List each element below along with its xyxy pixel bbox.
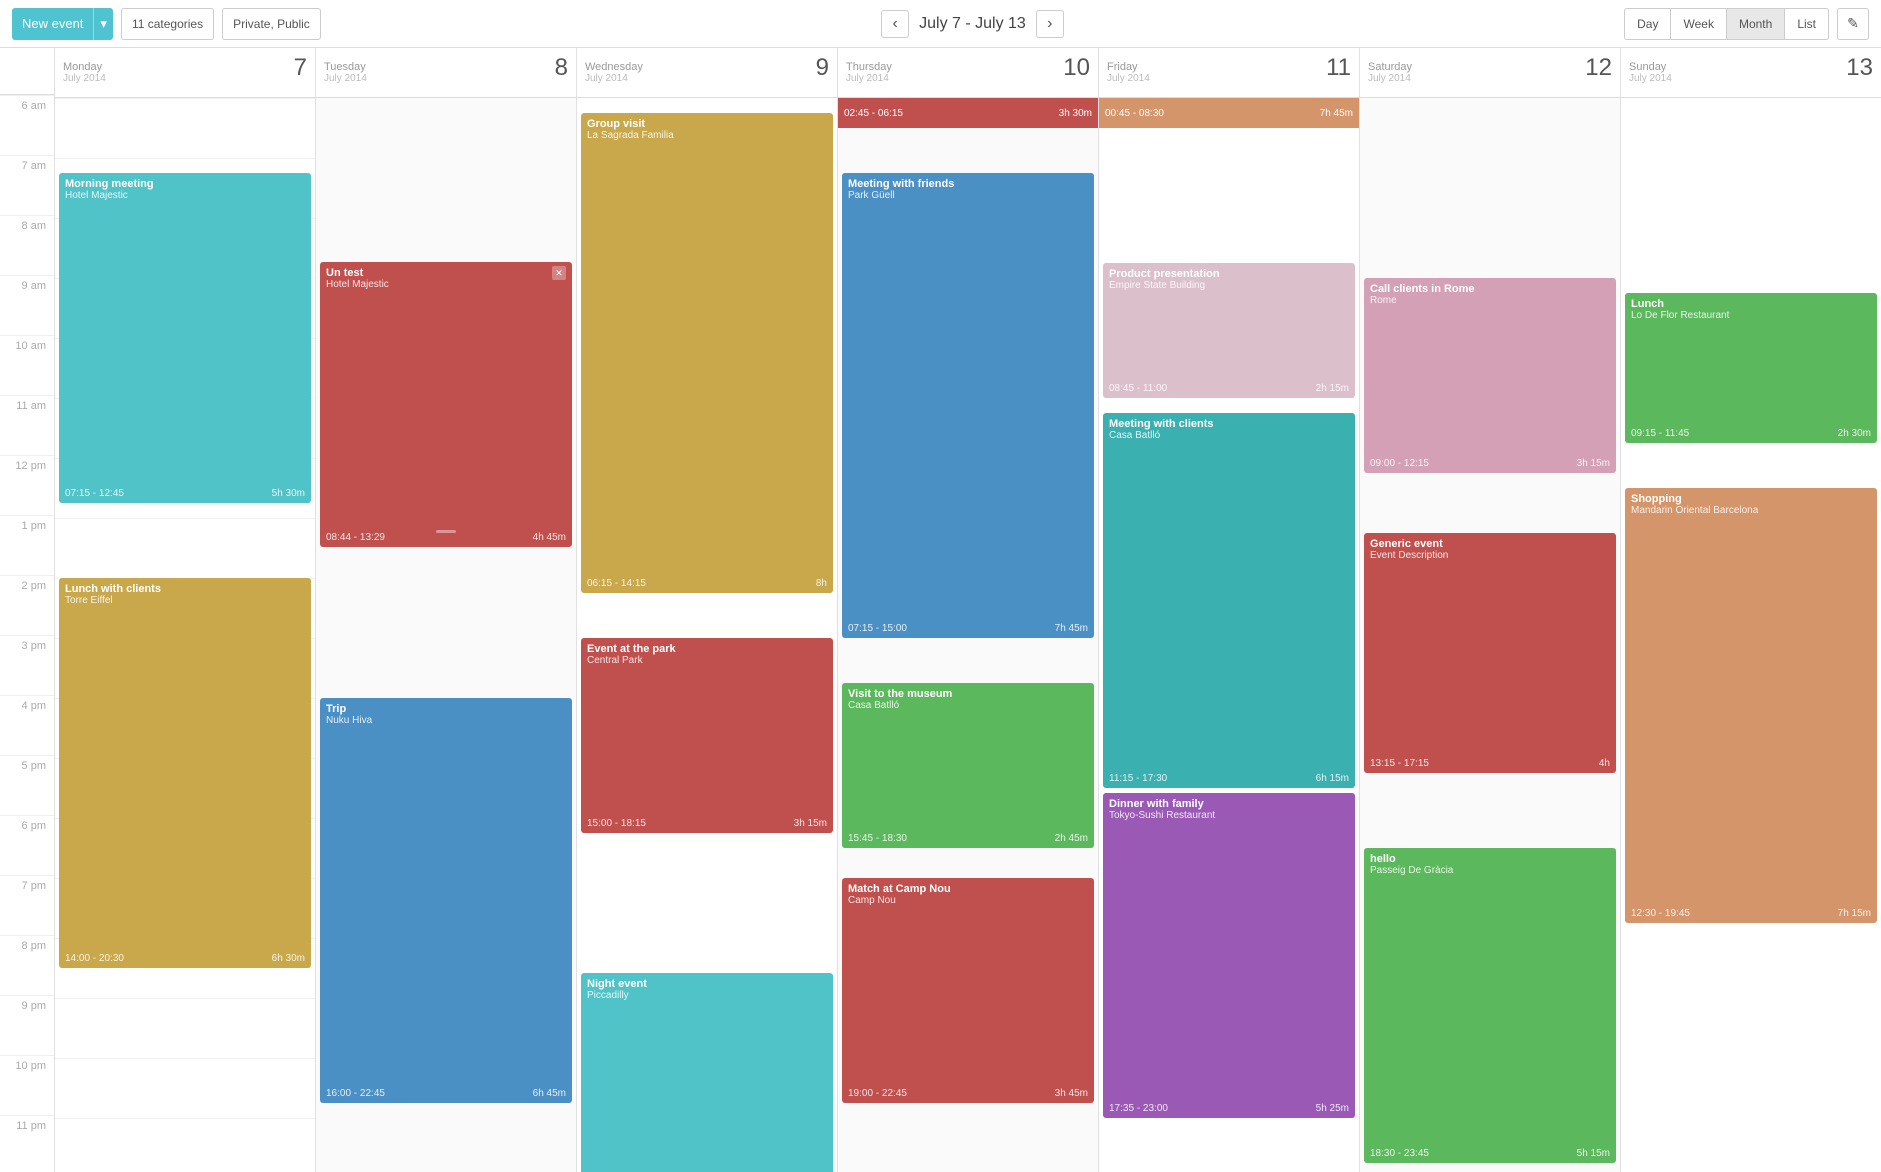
event-fri-0[interactable]: 00:45 - 08:30 7h 45m bbox=[1099, 98, 1359, 128]
time-slot-12pm: 12 pm bbox=[0, 455, 54, 515]
event-sat-3[interactable]: hello Passeig De Gràcia 18:30 - 23:45 5h… bbox=[1364, 848, 1616, 1163]
time-slot-8pm: 8 pm bbox=[0, 935, 54, 995]
time-slot-10pm: 10 pm bbox=[0, 1055, 54, 1115]
day-col-fri: 00:45 - 08:30 7h 45m Product presentatio… bbox=[1099, 98, 1360, 1172]
event-wed-1[interactable]: Group visit La Sagrada Familia 06:15 - 1… bbox=[581, 113, 833, 593]
time-slot-3pm: 3 pm bbox=[0, 635, 54, 695]
event-wed-3[interactable]: Night event Piccadilly bbox=[581, 973, 833, 1172]
time-slot-9pm: 9 pm bbox=[0, 995, 54, 1055]
days-container: Monday July 2014 7 Tuesday July 2014 8 W… bbox=[55, 48, 1881, 1172]
day-header-tue: Tuesday July 2014 8 bbox=[316, 48, 577, 97]
view-month-button[interactable]: Month bbox=[1727, 8, 1785, 40]
time-slot-11pm: 11 pm bbox=[0, 1115, 54, 1172]
day-col-sun: Lunch Lo De Flor Restaurant 09:15 - 11:4… bbox=[1621, 98, 1881, 1172]
new-event-caret[interactable]: ▾ bbox=[93, 8, 113, 40]
nav-next-button[interactable]: › bbox=[1036, 10, 1064, 38]
day-header-thu: Thursday July 2014 10 bbox=[838, 48, 1099, 97]
day-col-sat: Call clients in Rome Rome 09:00 - 12:15 … bbox=[1360, 98, 1621, 1172]
day-col-mon: Morning meeting Hotel Majestic 07:15 - 1… bbox=[55, 98, 316, 1172]
event-sun-1[interactable]: Lunch Lo De Flor Restaurant 09:15 - 11:4… bbox=[1625, 293, 1877, 443]
view-day-button[interactable]: Day bbox=[1624, 8, 1671, 40]
nav-prev-button[interactable]: ‹ bbox=[881, 10, 909, 38]
day-header-sat: Saturday July 2014 12 bbox=[1360, 48, 1621, 97]
topbar: New event ▾ 11 categories Private, Publi… bbox=[0, 0, 1881, 48]
day-col-tue: Un test Hotel Majestic ✕ 08:44 - 13:29 4… bbox=[316, 98, 577, 1172]
time-slot-6pm: 6 pm bbox=[0, 815, 54, 875]
categories-dropdown[interactable]: 11 categories bbox=[121, 8, 214, 40]
day-header-fri: Friday July 2014 11 bbox=[1099, 48, 1360, 97]
view-week-button[interactable]: Week bbox=[1671, 8, 1726, 40]
time-slot-7pm: 7 pm bbox=[0, 875, 54, 935]
event-fri-2[interactable]: Meeting with clients Casa Batlló 11:15 -… bbox=[1103, 413, 1355, 788]
view-buttons: Day Week Month List bbox=[1624, 8, 1829, 40]
event-sat-2[interactable]: Generic event Event Description 13:15 - … bbox=[1364, 533, 1616, 773]
time-slot-7am: 7 am bbox=[0, 155, 54, 215]
day-col-wed: Group visit La Sagrada Familia 06:15 - 1… bbox=[577, 98, 838, 1172]
view-list-button[interactable]: List bbox=[1785, 8, 1829, 40]
time-slot-2pm: 2 pm bbox=[0, 575, 54, 635]
calendar-container: 6 am 7 am 8 am 9 am 10 am 11 am 12 pm 1 … bbox=[0, 48, 1881, 1172]
days-header: Monday July 2014 7 Tuesday July 2014 8 W… bbox=[55, 48, 1881, 98]
event-sun-2[interactable]: Shopping Mandarin Oriental Barcelona 12:… bbox=[1625, 488, 1877, 923]
visibility-dropdown[interactable]: Private, Public bbox=[222, 8, 321, 40]
event-wed-2[interactable]: Event at the park Central Park 15:00 - 1… bbox=[581, 638, 833, 833]
day-header-mon: Monday July 2014 7 bbox=[55, 48, 316, 97]
day-header-sun: Sunday July 2014 13 bbox=[1621, 48, 1881, 97]
time-slot-6am: 6 am bbox=[0, 95, 54, 155]
days-body: Morning meeting Hotel Majestic 07:15 - 1… bbox=[55, 98, 1881, 1172]
new-event-button[interactable]: New event ▾ bbox=[12, 8, 113, 40]
event-thu-0[interactable]: 02:45 - 06:15 3h 30m bbox=[838, 98, 1098, 128]
new-event-label: New event bbox=[12, 16, 93, 31]
time-slot-5pm: 5 pm bbox=[0, 755, 54, 815]
event-thu-2[interactable]: Visit to the museum Casa Batlló 15:45 - … bbox=[842, 683, 1094, 848]
time-slot-9am: 9 am bbox=[0, 275, 54, 335]
event-thu-3[interactable]: Match at Camp Nou Camp Nou 19:00 - 22:45… bbox=[842, 878, 1094, 1103]
time-slot-8am: 8 am bbox=[0, 215, 54, 275]
event-mon-1[interactable]: Morning meeting Hotel Majestic 07:15 - 1… bbox=[59, 173, 311, 503]
time-slot-1pm: 1 pm bbox=[0, 515, 54, 575]
event-tue-1[interactable]: Un test Hotel Majestic ✕ 08:44 - 13:29 4… bbox=[320, 262, 572, 547]
event-close-button[interactable]: ✕ bbox=[552, 266, 566, 280]
nav-center: ‹ July 7 - July 13 › bbox=[329, 10, 1616, 38]
day-header-wed: Wednesday July 2014 9 bbox=[577, 48, 838, 97]
time-slot-11am: 11 am bbox=[0, 395, 54, 455]
event-thu-1[interactable]: Meeting with friends Park Güell 07:15 - … bbox=[842, 173, 1094, 638]
day-col-thu: 02:45 - 06:15 3h 30m Meeting with friend… bbox=[838, 98, 1099, 1172]
edit-button[interactable]: ✎ bbox=[1837, 8, 1869, 40]
event-tue-2[interactable]: Trip Nuku Hiva 16:00 - 22:45 6h 45m bbox=[320, 698, 572, 1103]
time-column: 6 am 7 am 8 am 9 am 10 am 11 am 12 pm 1 … bbox=[0, 48, 55, 1172]
time-slot-10am: 10 am bbox=[0, 335, 54, 395]
event-fri-1[interactable]: Product presentation Empire State Buildi… bbox=[1103, 263, 1355, 398]
nav-date-range: July 7 - July 13 bbox=[919, 15, 1026, 33]
event-sat-1[interactable]: Call clients in Rome Rome 09:00 - 12:15 … bbox=[1364, 278, 1616, 473]
event-mon-2[interactable]: Lunch with clients Torre Eiffel 14:00 - … bbox=[59, 578, 311, 968]
event-fri-3[interactable]: Dinner with family Tokyo-Sushi Restauran… bbox=[1103, 793, 1355, 1118]
time-slot-4pm: 4 pm bbox=[0, 695, 54, 755]
